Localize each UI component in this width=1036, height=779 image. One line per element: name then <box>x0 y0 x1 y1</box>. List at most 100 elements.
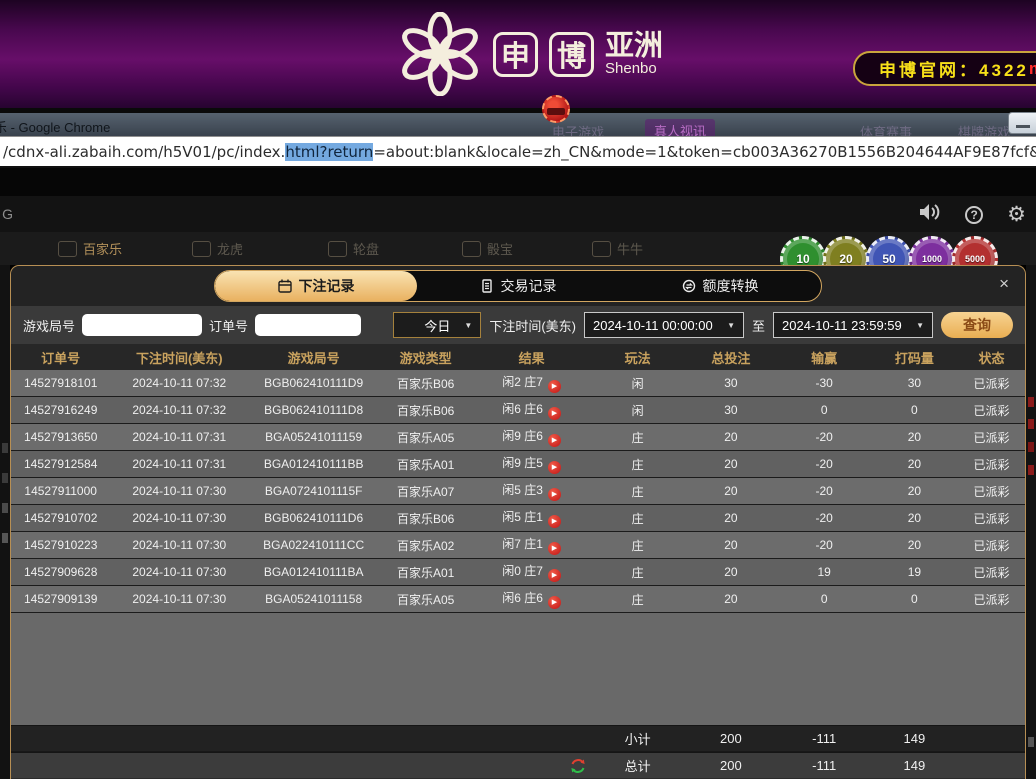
date-from-select[interactable]: 2024-10-11 00:00:00 ▼ <box>584 312 744 338</box>
game-category-3[interactable]: 轮盘 <box>328 239 379 258</box>
logo-en: Shenbo <box>605 61 663 77</box>
col-time: 下注时间(美东) <box>110 344 248 370</box>
turnover-cell: 30 <box>871 370 958 397</box>
play-video-button[interactable]: ▶ <box>548 407 561 420</box>
bet-cell: 20 <box>684 532 777 559</box>
chevron-down-icon: ▼ <box>910 321 924 330</box>
help-icon[interactable]: ? <box>965 206 983 224</box>
official-site-text: 申博官网：4322 <box>879 56 1029 81</box>
game-category-1[interactable]: 百家乐 <box>58 239 122 258</box>
play-video-button[interactable]: ▶ <box>548 569 561 582</box>
winloss-cell: 0 <box>778 397 871 424</box>
tab-credit-transfer[interactable]: 额度转换 <box>619 271 821 301</box>
type-cell: 百家乐A05 <box>379 586 472 613</box>
play-cell: 庄 <box>591 505 684 532</box>
window-title: 乐 - Google Chrome <box>0 117 110 136</box>
order-cell: 14527909628 <box>11 559 110 586</box>
play-video-button[interactable]: ▶ <box>548 434 561 447</box>
order-no-label: 订单号 <box>209 316 248 335</box>
col-order: 订单号 <box>11 344 110 370</box>
site-logo: 申 博 亚洲 Shenbo <box>398 12 663 96</box>
tab-bet-records[interactable]: 下注记录 <box>215 271 417 301</box>
logo-region: 亚洲 <box>605 31 663 61</box>
status-cell: 已派彩 <box>958 559 1025 586</box>
game-category-4[interactable]: 骰宝 <box>462 239 513 258</box>
play-video-button[interactable]: ▶ <box>548 380 561 393</box>
turnover-cell: 0 <box>871 586 958 613</box>
turnover-cell: 20 <box>871 505 958 532</box>
winloss-cell: -20 <box>778 532 871 559</box>
filter-bar: 游戏局号 订单号 今日 ▼ 下注时间(美东) 2024-10-11 00:00:… <box>11 306 1025 344</box>
bet-cell: 20 <box>684 505 777 532</box>
coin-transfer-icon <box>682 279 696 293</box>
play-cell: 庄 <box>591 478 684 505</box>
type-cell: 百家乐A01 <box>379 451 472 478</box>
close-icon[interactable]: × <box>999 275 1009 292</box>
play-cell: 庄 <box>591 559 684 586</box>
tab-transaction-records[interactable]: 交易记录 <box>417 271 619 301</box>
site-header: 申 博 亚洲 Shenbo 申博官网：4322 m <box>0 0 1036 108</box>
type-cell: 百家乐A07 <box>379 478 472 505</box>
game-category-2[interactable]: 龙虎 <box>192 239 243 258</box>
time-cell: 2024-10-11 07:30 <box>110 505 248 532</box>
play-video-button[interactable]: ▶ <box>548 515 561 528</box>
order-cell: 14527912584 <box>11 451 110 478</box>
play-video-button[interactable]: ▶ <box>548 542 561 555</box>
chevron-down-icon: ▼ <box>458 321 472 330</box>
table-row: 145279181012024-10-11 07:32BGB062410111D… <box>11 370 1025 397</box>
time-cell: 2024-10-11 07:31 <box>110 451 248 478</box>
table-row: 145279125842024-10-11 07:31BGA012410111B… <box>11 451 1025 478</box>
subtotal-bar: 小计 200 -111 149 <box>11 725 1025 752</box>
settings-gear-icon[interactable]: ⚙ <box>1007 204 1026 225</box>
time-cell: 2024-10-11 07:30 <box>110 586 248 613</box>
url-bar[interactable]: /cdnx-ali.zabaih.com/h5V01/pc/index.html… <box>0 136 1036 166</box>
type-cell: 百家乐B06 <box>379 397 472 424</box>
round-cell: BGA022410111CC <box>248 532 379 559</box>
date-range-select[interactable]: 今日 ▼ <box>393 312 481 338</box>
order-no-input[interactable] <box>255 314 361 336</box>
category-icon <box>462 241 481 257</box>
round-cell: BGA012410111BA <box>248 559 379 586</box>
col-winloss: 输赢 <box>778 344 871 370</box>
play-video-button[interactable]: ▶ <box>548 488 561 501</box>
tab-label: 额度转换 <box>703 276 759 296</box>
screen: 申 博 亚洲 Shenbo 申博官网：4322 m 乐 - Google Chr… <box>0 0 1036 779</box>
round-cell: BGA012410111BB <box>248 451 379 478</box>
round-cell: BGA0724101115F <box>248 478 379 505</box>
sound-icon[interactable] <box>919 202 941 227</box>
bet-cell: 20 <box>684 424 777 451</box>
subtotal-bet: 200 <box>684 726 777 752</box>
time-cell: 2024-10-11 07:30 <box>110 532 248 559</box>
status-cell: 已派彩 <box>958 532 1025 559</box>
winloss-cell: 0 <box>778 586 871 613</box>
bet-cell: 20 <box>684 586 777 613</box>
time-cell: 2024-10-11 07:30 <box>110 559 248 586</box>
subtotal-turnover: 149 <box>871 726 958 752</box>
game-category-5[interactable]: 牛牛 <box>592 239 643 258</box>
play-cell: 庄 <box>591 532 684 559</box>
play-video-button[interactable]: ▶ <box>548 461 561 474</box>
refresh-icon[interactable] <box>570 758 586 774</box>
play-cell: 庄 <box>591 424 684 451</box>
table-row: 145279102232024-10-11 07:30BGA022410111C… <box>11 532 1025 559</box>
date-to-select[interactable]: 2024-10-11 23:59:59 ▼ <box>773 312 933 338</box>
subtotal-label: 小计 <box>591 726 684 752</box>
official-site-suffix: m <box>1029 59 1036 79</box>
search-button[interactable]: 查询 <box>941 312 1013 338</box>
total-bet: 200 <box>684 753 777 779</box>
turnover-cell: 19 <box>871 559 958 586</box>
play-video-button[interactable]: ▶ <box>548 596 561 609</box>
type-cell: 百家乐A02 <box>379 532 472 559</box>
type-cell: 百家乐A05 <box>379 424 472 451</box>
chevron-down-icon: ▼ <box>721 321 735 330</box>
bet-cell: 20 <box>684 451 777 478</box>
result-cell: 闲7 庄1▶ <box>472 532 591 559</box>
round-cell: BGB062410111D6 <box>248 505 379 532</box>
modal-tab-bar: 下注记录 交易记录 额度转换 <box>11 266 1025 306</box>
minimize-button[interactable] <box>1008 112 1036 134</box>
result-cell: 闲0 庄7▶ <box>472 559 591 586</box>
table-row: 145279136502024-10-11 07:31BGA0524101115… <box>11 424 1025 451</box>
col-play: 玩法 <box>591 344 684 370</box>
game-round-input[interactable] <box>82 314 202 336</box>
time-cell: 2024-10-11 07:32 <box>110 397 248 424</box>
